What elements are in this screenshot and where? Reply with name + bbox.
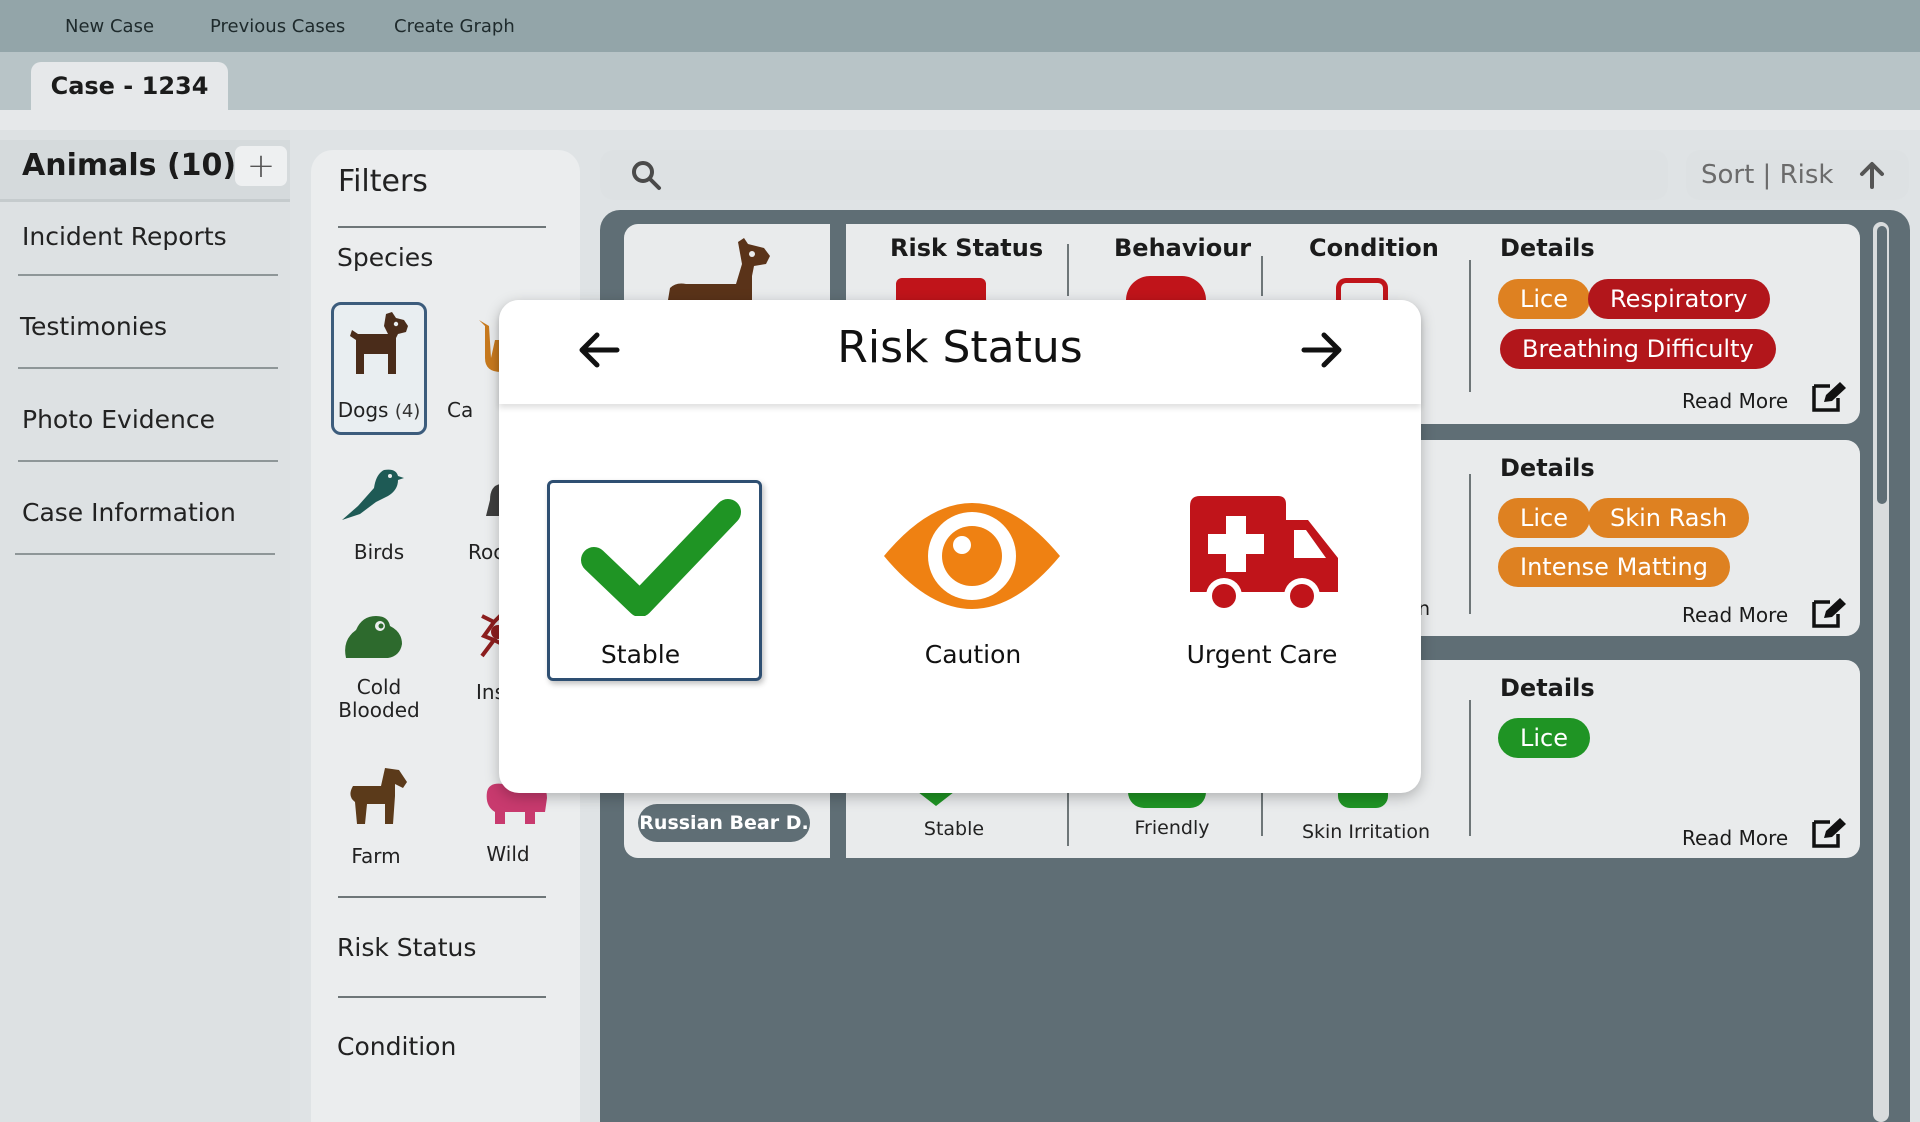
filters-divider — [338, 226, 546, 228]
condition-value: Skin Irritation — [1301, 821, 1431, 843]
read-more-link[interactable]: Read More — [1682, 389, 1788, 413]
sidebar-item-testimonies[interactable]: Testimonies — [20, 312, 167, 341]
add-animal-button[interactable]: + — [235, 146, 287, 186]
column-divider — [1469, 474, 1471, 614]
tab-case[interactable]: Case - 1234 — [31, 62, 228, 110]
species-heading[interactable]: Species — [337, 243, 433, 272]
species-wild-label[interactable]: Wild — [460, 842, 556, 866]
species-birds-label[interactable]: Birds — [331, 540, 427, 564]
bird-icon — [342, 469, 404, 520]
risk-status-column-header: Risk Status — [890, 234, 1044, 262]
horse-icon — [350, 768, 407, 824]
read-more-link[interactable]: Read More — [1682, 603, 1788, 627]
sidebar-divider — [15, 553, 275, 555]
urgent-care-option-label[interactable]: Urgent Care — [1180, 640, 1344, 669]
edit-icon[interactable] — [1810, 816, 1848, 850]
ambulance-icon[interactable] — [1190, 496, 1340, 616]
sort-label: Sort | Risk — [1701, 160, 1834, 190]
species-dogs-label: Dogs (4) — [337, 398, 421, 422]
sidebar-divider — [18, 274, 278, 276]
sidebar-divider — [18, 367, 278, 369]
tag-skin-rash: Skin Rash — [1588, 498, 1750, 538]
species-farm-label[interactable]: Farm — [328, 844, 424, 868]
tag-lice: Lice — [1498, 498, 1590, 538]
injury-icon — [1336, 278, 1388, 300]
ambulance-icon — [896, 278, 986, 302]
search-input[interactable] — [600, 150, 1668, 200]
tab-strip — [0, 52, 1920, 110]
arrow-left-icon[interactable] — [577, 330, 621, 370]
column-divider — [1261, 256, 1263, 296]
edit-icon[interactable] — [1810, 596, 1848, 630]
menu-previous-cases[interactable]: Previous Cases — [210, 16, 345, 37]
species-cats-label[interactable]: Ca — [447, 398, 487, 422]
dog-icon — [350, 312, 408, 374]
details-column-header: Details — [1500, 674, 1595, 702]
column-divider — [1469, 260, 1471, 392]
sidebar — [0, 130, 290, 1122]
condition-column-header: Condition — [1309, 234, 1439, 262]
tab-underline — [0, 110, 1920, 130]
details-column-header: Details — [1500, 454, 1595, 482]
arrow-right-icon[interactable] — [1300, 330, 1344, 370]
column-divider — [1469, 700, 1471, 836]
dog-icon — [668, 238, 770, 300]
tag-respiratory: Respiratory — [1588, 279, 1770, 319]
column-divider — [1067, 790, 1069, 846]
animals-title[interactable]: Animals (10) — [22, 148, 236, 183]
menu-create-graph[interactable]: Create Graph — [394, 16, 515, 37]
checkmark-icon — [581, 499, 741, 616]
modal-title: Risk Status — [837, 322, 1083, 373]
friendly-icon — [1128, 792, 1206, 808]
species-cold-blooded-label[interactable]: Cold Blooded — [331, 676, 427, 722]
eye-icon[interactable] — [882, 494, 1062, 618]
edit-icon[interactable] — [1810, 380, 1848, 414]
filters-divider — [338, 896, 546, 898]
column-divider — [1067, 244, 1069, 296]
condition-filter-heading[interactable]: Condition — [337, 1032, 456, 1061]
tag-breathing-difficulty: Breathing Difficulty — [1500, 329, 1776, 369]
risk-status-filter-heading[interactable]: Risk Status — [337, 933, 476, 962]
details-column-header: Details — [1500, 234, 1595, 262]
read-more-link[interactable]: Read More — [1682, 826, 1788, 850]
tag-intense-matting: Intense Matting — [1498, 547, 1730, 587]
search-icon — [632, 161, 661, 190]
behaviour-value: Friendly — [1134, 817, 1210, 839]
arrow-up-icon[interactable] — [1857, 160, 1887, 190]
filters-divider — [338, 996, 546, 998]
skin-irritation-icon — [1338, 792, 1388, 808]
animal-name-tag: Russian Bear D. — [638, 804, 810, 842]
sidebar-item-incident-reports[interactable]: Incident Reports — [22, 222, 227, 251]
caution-option-label[interactable]: Caution — [880, 640, 1066, 669]
aggressive-icon — [1126, 276, 1206, 300]
risk-status-value: Stable — [923, 818, 985, 840]
behaviour-column-header: Behaviour — [1114, 234, 1252, 262]
tag-lice: Lice — [1498, 718, 1590, 758]
sidebar-item-photo-evidence[interactable]: Photo Evidence — [22, 405, 215, 434]
sidebar-divider — [18, 460, 278, 462]
sidebar-item-case-information[interactable]: Case Information — [22, 498, 236, 527]
menu-new-case[interactable]: New Case — [65, 16, 154, 37]
scrollbar-thumb[interactable] — [1877, 226, 1887, 504]
stable-option-label: Stable — [600, 640, 681, 669]
frog-icon — [345, 616, 402, 658]
tag-lice: Lice — [1498, 279, 1590, 319]
filters-title: Filters — [338, 164, 428, 199]
